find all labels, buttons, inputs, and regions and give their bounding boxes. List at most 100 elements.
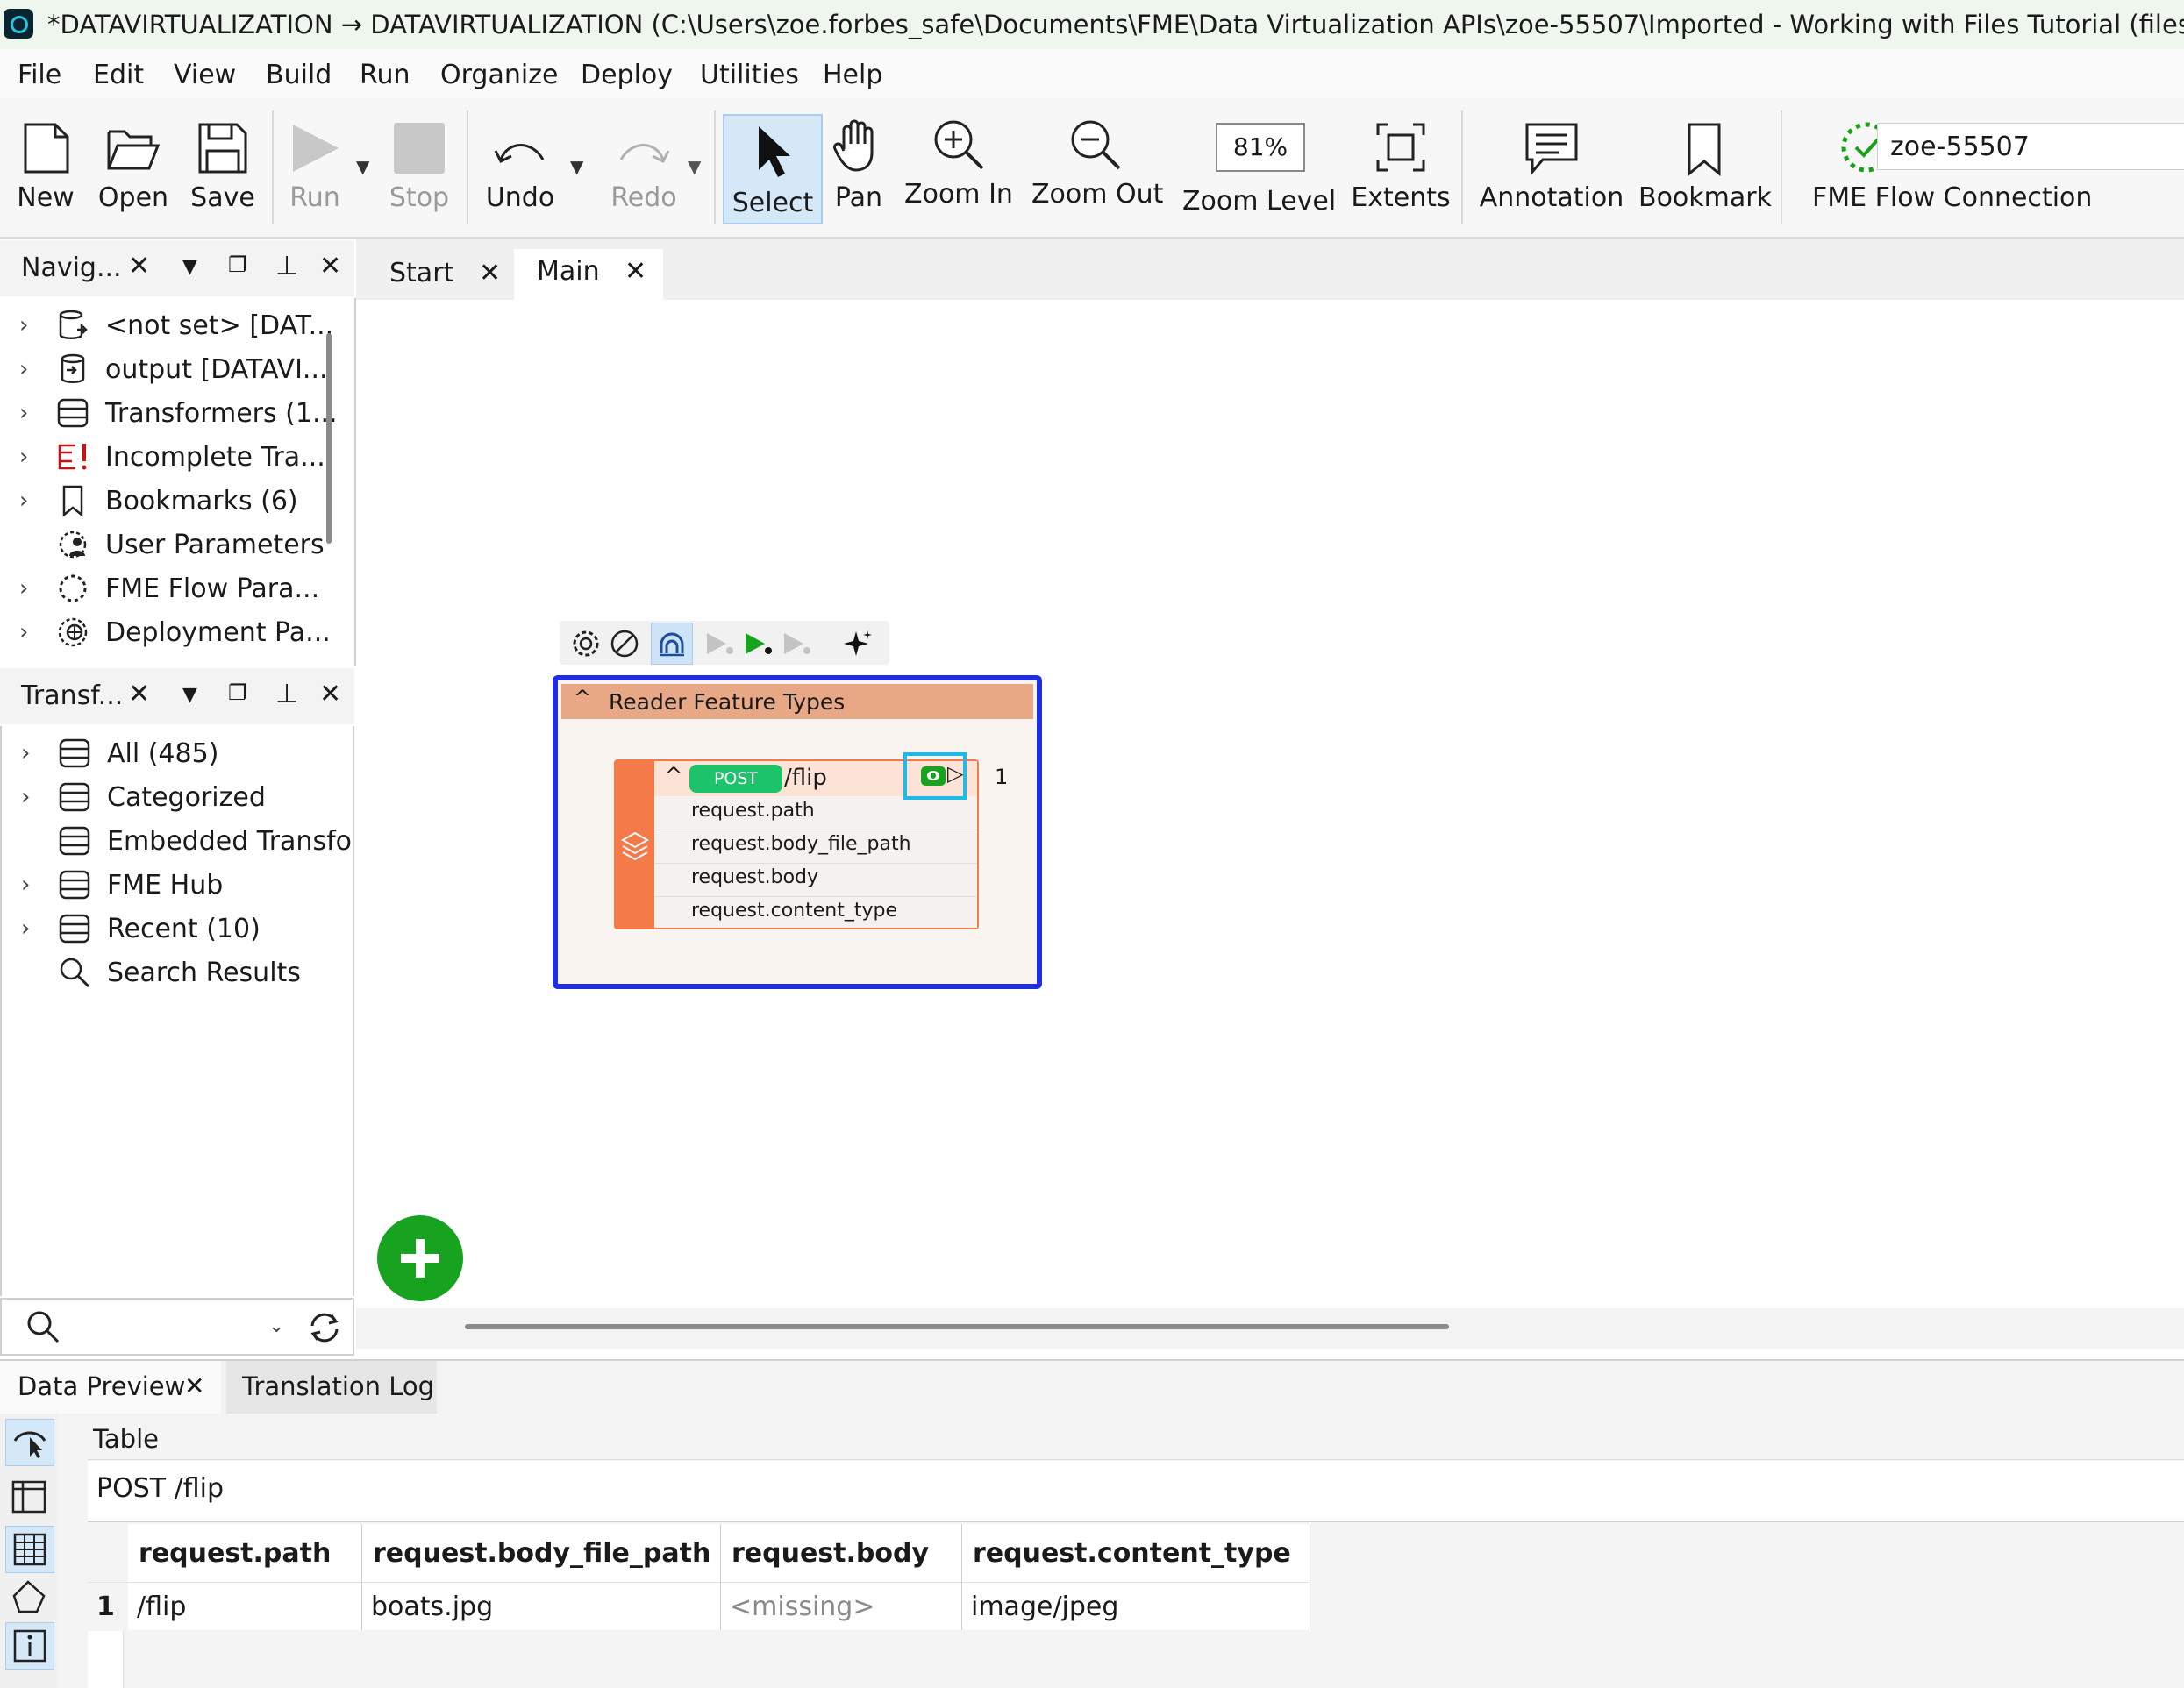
search-dropdown-chevron-icon[interactable]: ⌄ [268, 1315, 284, 1337]
gallery-item-embedded[interactable]: Embedded Transfo... [2, 819, 353, 863]
column-header[interactable]: request.body_file_path [361, 1524, 721, 1583]
zoom-level-field[interactable]: 81% [1216, 123, 1305, 172]
expand-chevron-icon[interactable]: › [21, 784, 30, 810]
tab-data-preview[interactable]: Data Preview ✕ [0, 1361, 221, 1414]
save-button[interactable]: Save [181, 98, 265, 237]
open-button[interactable]: Open [91, 98, 175, 237]
navigator-item-incomplete[interactable]: › Incomplete Tra... [0, 435, 354, 479]
navigator-close-icon[interactable]: ✕ [128, 251, 150, 281]
gallery-pin-icon[interactable]: ⊥ [275, 679, 298, 709]
refresh-icon[interactable] [305, 1308, 344, 1347]
tab-start-close-icon[interactable]: ✕ [479, 258, 501, 288]
stop-button[interactable]: Stop [379, 98, 460, 237]
navigator-item-transformers[interactable]: › Transformers (1... [0, 391, 354, 435]
output-port-icon[interactable]: ▷ [947, 761, 963, 786]
run-between-icon[interactable] [781, 630, 812, 658]
expand-chevron-icon[interactable]: › [21, 872, 30, 898]
run-to-this-icon[interactable] [703, 630, 735, 658]
connection-name-field[interactable]: zoe-55507 [1877, 123, 2184, 170]
data-preview-close-icon[interactable]: ✕ [184, 1371, 204, 1400]
navigator-scrollbar[interactable] [326, 333, 332, 544]
gallery-item-recent[interactable]: › Recent (10) [2, 907, 353, 951]
geometry-view-icon[interactable] [11, 1578, 47, 1615]
navigator-menu-chevron-icon[interactable]: ▼ [182, 256, 197, 278]
menu-organize[interactable]: Organize [440, 60, 558, 90]
table-cell[interactable]: /flip [128, 1582, 362, 1630]
table-cell[interactable]: image/jpeg [961, 1582, 1310, 1630]
zoom-in-button[interactable]: Zoom In [903, 98, 1014, 237]
canvas-horizontal-scrollbar[interactable] [356, 1308, 2184, 1349]
tab-start[interactable]: Start ✕ [374, 249, 505, 300]
menu-run[interactable]: Run [360, 60, 410, 90]
feature-type-collapse-chevron-icon[interactable]: ^ [665, 763, 682, 787]
table-row[interactable]: 1 /flip boats.jpg <missing> image/jpeg [88, 1582, 1310, 1630]
menu-help[interactable]: Help [823, 60, 882, 90]
expand-chevron-icon[interactable]: › [21, 915, 30, 942]
navigator-float-icon[interactable]: ❐ [228, 253, 247, 277]
eye-inspect-icon[interactable] [921, 766, 946, 786]
expand-chevron-icon[interactable]: › [19, 356, 28, 382]
inspect-highlight[interactable]: ▷ [903, 752, 967, 800]
sparkle-ai-icon[interactable] [840, 628, 874, 659]
menu-utilities[interactable]: Utilities [700, 60, 799, 90]
expand-chevron-icon[interactable]: › [19, 619, 28, 645]
tab-translation-log[interactable]: Translation Log [226, 1361, 437, 1414]
navigator-item-user-parameters[interactable]: User Parameters [0, 523, 354, 566]
new-button[interactable]: New [4, 98, 88, 237]
table-cell[interactable]: boats.jpg [361, 1582, 721, 1630]
menu-deploy[interactable]: Deploy [581, 60, 673, 90]
expand-chevron-icon[interactable]: › [21, 740, 30, 766]
select-tool-button[interactable]: Select [723, 114, 823, 224]
navigator-item-bookmarks[interactable]: › Bookmarks (6) [0, 479, 354, 523]
zoom-out-button[interactable]: Zoom Out [1031, 98, 1163, 237]
collapse-chevron-icon[interactable]: ^ [574, 686, 591, 710]
feature-caching-toggle[interactable] [651, 623, 693, 665]
run-dropdown-chevron-icon[interactable]: ▼ [356, 156, 369, 177]
annotation-button[interactable]: Annotation [1479, 98, 1624, 237]
run-from-this-icon[interactable] [742, 630, 774, 658]
navigator-pin-icon[interactable]: ⊥ [275, 251, 298, 281]
select-mode-toggle[interactable] [5, 1419, 54, 1466]
table-view-toggle[interactable] [5, 1526, 54, 1573]
navigator-item-reader[interactable]: › <not set> [DAT... [0, 303, 354, 347]
gallery-menu-chevron-icon[interactable]: ▼ [182, 684, 197, 706]
menu-file[interactable]: File [18, 60, 61, 90]
gallery-panel-close-icon[interactable]: ✕ [319, 679, 341, 709]
expand-chevron-icon[interactable]: › [19, 312, 28, 338]
gear-icon[interactable] [570, 628, 602, 659]
redo-button[interactable]: Redo [600, 98, 688, 237]
gallery-item-all[interactable]: › All (485) [2, 731, 353, 775]
navigator-item-writer[interactable]: › output [DATAVI... [0, 347, 354, 391]
navigator-item-deployment[interactable]: › Deployment Pa... [0, 610, 354, 654]
reader-feature-types-bookmark[interactable]: ^ Reader Feature Types ^ POST /flip requ… [553, 675, 1042, 989]
column-header[interactable]: request.content_type [961, 1524, 1310, 1583]
table-cell-missing[interactable]: <missing> [720, 1582, 962, 1630]
scrollbar-thumb[interactable] [465, 1324, 1449, 1329]
disable-icon[interactable] [609, 628, 640, 659]
column-header[interactable]: request.body [720, 1524, 962, 1583]
gallery-float-icon[interactable]: ❐ [228, 680, 247, 705]
redo-dropdown-chevron-icon[interactable]: ▼ [688, 156, 701, 177]
gallery-item-search-results[interactable]: Search Results [2, 951, 353, 994]
undo-dropdown-chevron-icon[interactable]: ▼ [570, 156, 583, 177]
expand-chevron-icon[interactable]: › [19, 488, 28, 514]
panel-layout-icon[interactable] [11, 1478, 47, 1515]
gallery-item-fme-hub[interactable]: › FME Hub [2, 863, 353, 907]
menu-edit[interactable]: Edit [93, 60, 144, 90]
extents-button[interactable]: Extents [1351, 98, 1451, 237]
undo-button[interactable]: Undo [479, 98, 561, 237]
navigator-panel-close-icon[interactable]: ✕ [319, 251, 341, 281]
feature-type-selector[interactable]: POST /flip [88, 1461, 2184, 1521]
menu-view[interactable]: View [174, 60, 236, 90]
column-header[interactable]: request.path [128, 1524, 362, 1583]
bookmark-button[interactable]: Bookmark [1638, 98, 1772, 237]
tab-main-close-icon[interactable]: ✕ [625, 256, 646, 287]
menu-build[interactable]: Build [266, 60, 332, 90]
gallery-close-icon[interactable]: ✕ [128, 679, 150, 709]
feature-info-toggle[interactable] [5, 1622, 54, 1670]
add-transformer-button[interactable] [377, 1215, 463, 1301]
pan-tool-button[interactable]: Pan [826, 98, 891, 237]
run-button[interactable]: Run [275, 98, 354, 237]
gallery-item-categorized[interactable]: › Categorized [2, 775, 353, 819]
expand-chevron-icon[interactable]: › [19, 575, 28, 602]
